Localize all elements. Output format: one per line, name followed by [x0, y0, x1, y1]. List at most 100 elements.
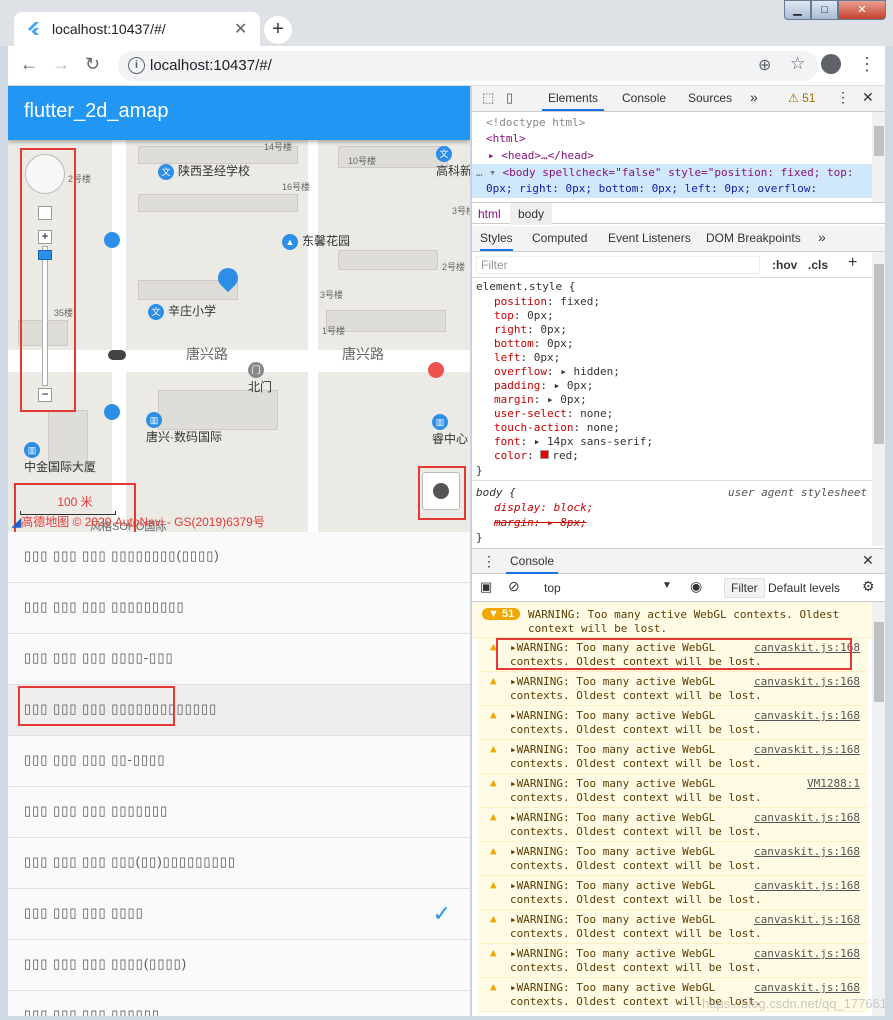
warning-line1: ▸WARNING: Too many active WebGL: [510, 777, 716, 790]
list-item[interactable]: ▯▯▯ ▯▯▯ ▯▯▯ ▯▯▯▯-▯▯▯: [8, 634, 470, 685]
map-label: ▲ 东馨花园: [282, 232, 350, 250]
reload-icon[interactable]: ↻: [85, 54, 100, 75]
close-tab-icon[interactable]: ✕: [234, 19, 247, 39]
source-link[interactable]: canvaskit.js:168: [754, 947, 860, 960]
source-link[interactable]: VM1288:1: [807, 777, 860, 790]
console-drawer-tab[interactable]: Console: [506, 554, 559, 574]
dom-head[interactable]: ▸ <head>…</head>: [488, 149, 594, 162]
console-warning[interactable]: ▲ ▸WARNING: Too many active WebGL contexts…: [478, 944, 868, 978]
new-tab-button[interactable]: +: [264, 16, 292, 44]
cls-button[interactable]: .cls: [808, 258, 828, 272]
hov-button[interactable]: :hov: [772, 258, 797, 272]
zoom-icon[interactable]: ⊕: [758, 55, 771, 75]
console-warning[interactable]: ▲ ▸WARNING: Too many active WebGL contexts…: [478, 740, 868, 774]
dom-html[interactable]: <html>: [486, 132, 526, 145]
style-declaration[interactable]: right: 0px;: [494, 323, 567, 336]
list-item[interactable]: ▯▯▯ ▯▯▯ ▯▯▯ ▯▯▯▯ ✓: [8, 889, 470, 940]
tab-computed[interactable]: Computed: [532, 231, 587, 245]
site-info-icon[interactable]: i: [128, 57, 145, 74]
console-warning[interactable]: ▲ ▸WARNING: Too many active WebGL contexts…: [478, 842, 868, 876]
list-item[interactable]: ▯▯▯ ▯▯▯ ▯▯▯ ▯▯▯▯(▯▯▯▯): [8, 940, 470, 991]
styles-filter-input[interactable]: Filter: [476, 256, 760, 274]
sidebar-toggle-icon[interactable]: ▣: [480, 579, 492, 595]
map-label: 文高科新: [436, 146, 470, 179]
forward-icon[interactable]: →: [52, 54, 70, 75]
log-levels-select[interactable]: Default levels: [768, 581, 840, 595]
maximize-button[interactable]: □: [811, 0, 838, 20]
list-item[interactable]: ▯▯▯ ▯▯▯ ▯▯▯ ▯▯-▯▯▯▯: [8, 736, 470, 787]
tab-dom-breakpoints[interactable]: DOM Breakpoints: [706, 231, 801, 245]
close-drawer-icon[interactable]: ✕: [862, 552, 874, 569]
tab-elements[interactable]: Elements: [542, 91, 605, 111]
console-warning[interactable]: ▲ ▸WARNING: Too many active WebGL contexts…: [478, 672, 868, 706]
settings-kebab-icon[interactable]: ⋮: [836, 89, 850, 106]
list-item[interactable]: ▯▯▯ ▯▯▯ ▯▯▯ ▯▯▯▯▯▯: [8, 991, 470, 1016]
window-close-button[interactable]: ✕: [838, 0, 886, 20]
warning-line2: contexts. Oldest context will be lost.: [510, 961, 762, 974]
profile-avatar-icon[interactable]: [821, 54, 841, 74]
source-link[interactable]: canvaskit.js:168: [754, 845, 860, 858]
style-declaration[interactable]: bottom: 0px;: [494, 337, 574, 350]
clear-console-icon[interactable]: ⊘: [508, 578, 520, 595]
list-item[interactable]: ▯▯▯ ▯▯▯ ▯▯▯ ▯▯▯▯▯▯▯▯(▯▯▯▯): [8, 532, 470, 583]
address-bar[interactable]: i localhost:10437/#/ ⊕ ☆: [118, 51, 818, 81]
drawer-menu-icon[interactable]: ⋮: [482, 553, 496, 570]
console-warning[interactable]: ▲ ▸WARNING: Too many active WebGL contexts…: [478, 910, 868, 944]
bookmark-star-icon[interactable]: ☆: [790, 54, 805, 74]
list-item[interactable]: ▯▯▯ ▯▯▯ ▯▯▯ ▯▯▯▯▯▯▯▯▯: [8, 583, 470, 634]
warning-count-badge[interactable]: ⚠ 51: [788, 91, 815, 105]
tab-styles[interactable]: Styles: [480, 231, 513, 251]
more-subtabs-icon[interactable]: »: [818, 229, 826, 245]
source-link[interactable]: canvaskit.js:168: [754, 913, 860, 926]
new-rule-button[interactable]: +: [848, 254, 857, 272]
source-link[interactable]: canvaskit.js:168: [754, 981, 860, 994]
window-controls: ▁ □ ✕: [784, 0, 888, 20]
style-declaration[interactable]: position: fixed;: [494, 295, 600, 308]
context-select[interactable]: top: [544, 581, 561, 595]
source-link[interactable]: canvaskit.js:168: [754, 743, 860, 756]
style-declaration[interactable]: top: 0px;: [494, 309, 554, 322]
tab-sources[interactable]: Sources: [688, 91, 732, 105]
list-item[interactable]: ▯▯▯ ▯▯▯ ▯▯▯ ▯▯▯▯▯▯▯: [8, 787, 470, 838]
browser-tab[interactable]: localhost:10437/#/ ✕: [14, 12, 260, 46]
amap-view[interactable]: 文陕西圣经学校 ▲ 东馨花园 文辛庄小学 唐兴路 唐兴路 门北门 ▥ 唐兴·数码国际…: [8, 140, 470, 532]
style-declaration[interactable]: font: ▸ 14px sans-serif;: [494, 435, 653, 448]
style-declaration[interactable]: color: red;: [494, 449, 579, 462]
list-item[interactable]: ▯▯▯ ▯▯▯ ▯▯▯ ▯▯▯(▯▯)▯▯▯▯▯▯▯▯▯: [8, 838, 470, 889]
console-settings-icon[interactable]: ⚙: [862, 578, 875, 595]
back-icon[interactable]: ←: [20, 54, 38, 75]
breadcrumb-body[interactable]: body: [510, 203, 553, 225]
style-declaration[interactable]: overflow: ▸ hidden;: [494, 365, 620, 378]
minimize-button[interactable]: ▁: [784, 0, 811, 20]
console-filter-input[interactable]: Filter: [724, 578, 765, 598]
source-link[interactable]: canvaskit.js:168: [754, 675, 860, 688]
console-warning[interactable]: ▲ ▸WARNING: Too many active WebGL contexts…: [478, 876, 868, 910]
source-link[interactable]: canvaskit.js:168: [754, 811, 860, 824]
console-warning[interactable]: ▲ ▸WARNING: Too many active WebGL contexts…: [478, 706, 868, 740]
building-number: 3号楼: [452, 206, 470, 216]
inspect-icon[interactable]: ⬚: [482, 90, 494, 106]
console-warning[interactable]: ▲ ▸WARNING: Too many active WebGL contexts…: [478, 808, 868, 842]
style-declaration[interactable]: left: 0px;: [494, 351, 560, 364]
grouped-warning[interactable]: ▼ 51 WARNING: Too many active WebGL cont…: [472, 602, 872, 638]
style-declaration[interactable]: user-select: none;: [494, 407, 613, 420]
school-icon: 文: [158, 163, 174, 180]
more-tabs-icon[interactable]: »: [750, 89, 758, 105]
building-icon: ▥: [146, 412, 162, 428]
context-dropdown-icon[interactable]: ▼: [662, 580, 672, 591]
menu-kebab-icon[interactable]: ⋮: [858, 54, 876, 75]
color-swatch[interactable]: [540, 450, 550, 459]
dom-body[interactable]: … ▾ <body spellcheck="false" style="posi…: [476, 166, 854, 179]
close-devtools-icon[interactable]: ✕: [862, 89, 874, 106]
tab-event-listeners[interactable]: Event Listeners: [608, 231, 691, 245]
source-link[interactable]: canvaskit.js:168: [754, 879, 860, 892]
breadcrumb-html[interactable]: html: [478, 207, 501, 221]
tab-console[interactable]: Console: [622, 91, 666, 105]
live-expression-icon[interactable]: ◉: [690, 578, 702, 595]
style-declaration[interactable]: touch-action: none;: [494, 421, 620, 434]
style-declaration[interactable]: padding: ▸ 0px;: [494, 379, 593, 392]
device-toggle-icon[interactable]: ▯: [506, 90, 513, 106]
source-link[interactable]: canvaskit.js:168: [754, 709, 860, 722]
style-declaration[interactable]: margin: ▸ 0px;: [494, 393, 587, 406]
console-warning[interactable]: ▲ ▸WARNING: Too many active WebGL contexts…: [478, 774, 868, 808]
